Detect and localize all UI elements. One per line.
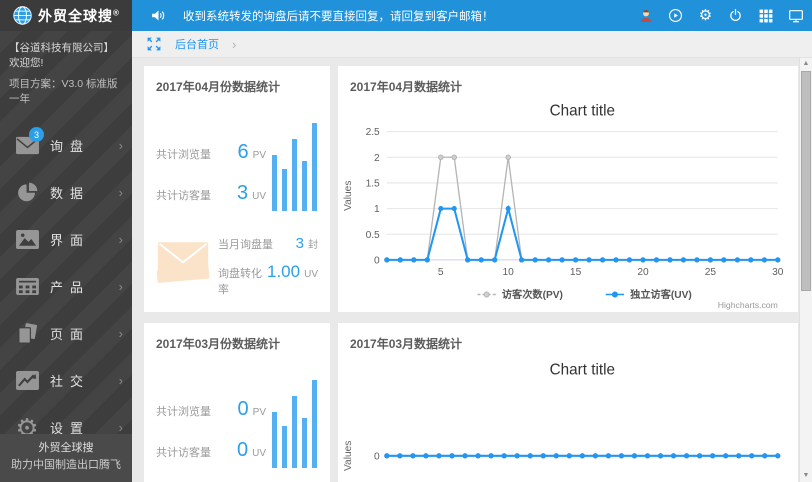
svg-text:30: 30 [772,267,784,278]
chevron-right-icon: › [118,373,123,388]
stats-column: 2017年04月份数据统计 共计浏览量 6 PV 共计访客量 3 UV 当月询盘… [144,66,330,482]
svg-text:5: 5 [438,267,444,278]
scroll-up-arrow[interactable]: ▲ [800,58,812,70]
chevron-right-icon: › [118,279,123,294]
apps-grid-icon[interactable] [757,7,774,24]
announcement-bar: 收到系统转发的询盘后请不要直接回复，请回复到客户邮箱！ [150,7,494,24]
sidebar-menu: 3 询盘 › 数据 › 界面 › 产品 › 页面 › 社交 › ⚙ 设置 › [0,122,132,451]
sidebar-item-pages[interactable]: 页面 › [0,310,132,357]
svg-text:20: 20 [637,267,649,278]
sidebar-welcome: 【谷道科技有限公司】欢迎您! 项目方案：V3.0 标准版 一年 [0,31,132,118]
app-window: 外贸全球搜® 收到系统转发的询盘后请不要直接回复，请回复到客户邮箱！ ⚙ 后台首… [0,0,812,482]
table-grid-icon [13,277,41,296]
company-welcome-text: 【谷道科技有限公司】欢迎您! [9,42,114,69]
vertical-scrollbar: ▲ ▼ [799,58,812,482]
main-content: 2017年04月份数据统计 共计浏览量 6 PV 共计访客量 3 UV 当月询盘… [132,58,800,482]
chart-svg: Chart title 0 0.5 1 1.5 2 2.5 5 10 15 20 25 30 Values… [343,102,784,310]
stats-card-april: 2017年04月份数据统计 共计浏览量 6 PV 共计访客量 3 UV 当月询盘… [144,66,330,312]
sidebar-footer: 外贸全球搜 助力中国制造出口腾飞 [0,434,132,482]
stat-row-conversion: 询盘转化率 1.00 UV [218,262,318,296]
svg-text:Chart title: Chart title [550,361,615,378]
mini-bar-chart [272,123,318,211]
notice-text: 收到系统转发的询盘后请不要直接回复，请回复到客户邮箱！ [183,10,494,23]
chevron-right-icon: › [118,138,123,153]
registered-mark: ® [113,7,120,17]
chart-card-april: 2017年04月数据统计 Chart title 0 0.5 1 1.5 2 2.5 5 10 1… [338,66,798,312]
speaker-icon [150,7,167,24]
envelope-icon: 3 [13,127,44,156]
app-logo[interactable]: 外贸全球搜® [0,0,132,31]
stat-row-pv: 共计浏览量 6 PV [156,141,266,163]
scrollbar-thumb[interactable] [801,71,811,291]
svg-text:10: 10 [503,267,515,278]
svg-text:0.5: 0.5 [366,230,380,241]
header-actions: ⚙ [637,7,812,24]
charts-column: 2017年04月数据统计 Chart title 0 0.5 1 1.5 2 2.5 5 10 1… [338,66,798,482]
mini-bar-chart [272,380,318,468]
svg-text:0: 0 [374,255,380,266]
svg-text:独立访客(UV): 独立访客(UV) [630,288,692,301]
svg-text:1: 1 [374,204,380,215]
settings-gear-icon[interactable]: ⚙ [697,7,714,24]
stat-row-uv: 共计访客量 3 UV [156,182,266,204]
chevron-right-icon: › [118,420,123,435]
chevron-right-icon: › [118,185,123,200]
sidebar-item-data[interactable]: 数据 › [0,169,132,216]
pie-chart-icon [13,181,41,204]
app-title: 外贸全球搜® [38,7,120,24]
svg-text:2: 2 [374,153,380,164]
svg-text:Values: Values [343,181,354,211]
stat-row-uv: 共计访客量 0 UV [156,439,266,461]
fullscreen-expand-icon[interactable] [146,36,162,52]
card-title: 2017年04月份数据统计 [156,80,281,94]
breadcrumb-home-link[interactable]: 后台首页 [175,36,219,52]
pages-icon [13,322,41,345]
user-avatar-icon[interactable] [637,7,654,24]
sidebar-item-inquiry[interactable]: 3 询盘 › [0,122,132,169]
chart-card-march: 2017年03月数据统计 Chart title051015202530Valu… [338,323,798,482]
footer-slogan: 助力中国制造出口腾飞 [11,459,121,471]
legend-item[interactable]: 独立访客(UV) [605,288,692,301]
card-title: 2017年03月数据统计 [350,337,463,351]
line-chart-march: Chart title051015202530Values访客次数(PV)独立访… [338,352,798,482]
breadcrumb-separator: › [232,36,237,52]
chevron-right-icon: › [118,326,123,341]
play-circle-icon[interactable] [667,7,684,24]
plan-info-text: 项目方案：V3.0 标准版 一年 [9,78,118,105]
breadcrumb-bar: 后台首页 › [132,31,812,58]
envelope-icon [156,238,210,285]
sidebar-item-products[interactable]: 产品 › [0,263,132,310]
stats-card-march: 2017年03月份数据统计 共计浏览量 0 PV 共计访客量 0 UV [144,323,330,482]
inquiry-badge: 3 [29,127,44,142]
stat-row-inquiries: 当月询盘量 3 封 [218,235,318,252]
svg-text:Highcharts.com: Highcharts.com [718,300,778,310]
svg-text:访客次数(PV): 访客次数(PV) [502,288,563,301]
svg-text:2.5: 2.5 [366,127,380,138]
image-icon [13,229,41,250]
svg-text:1.5: 1.5 [366,178,380,189]
svg-text:Chart title: Chart title [550,102,615,119]
scroll-down-arrow[interactable]: ▼ [800,470,812,482]
globe-icon [12,5,33,26]
card-title: 2017年04月数据统计 [350,80,463,94]
top-header: 外贸全球搜® 收到系统转发的询盘后请不要直接回复，请回复到客户邮箱！ ⚙ [0,0,812,31]
chart-arrow-icon [13,370,41,391]
svg-text:15: 15 [570,267,582,278]
legend-item[interactable]: 访客次数(PV) [477,288,563,301]
monitor-icon[interactable] [787,7,804,24]
card-title: 2017年03月份数据统计 [156,337,281,351]
footer-brand: 外贸全球搜 [38,442,94,454]
chevron-right-icon: › [118,232,123,247]
svg-text:Values: Values [343,441,354,471]
svg-text:0: 0 [374,451,380,462]
sidebar-item-social[interactable]: 社交 › [0,357,132,404]
chart-svg: Chart title051015202530Values访客次数(PV)独立访… [343,361,781,471]
svg-text:25: 25 [705,267,717,278]
line-chart-april: Chart title 0 0.5 1 1.5 2 2.5 5 10 15 20 25 30 Values… [338,95,798,311]
power-icon[interactable] [727,7,744,24]
stat-row-pv: 共计浏览量 0 PV [156,398,266,420]
sidebar: 【谷道科技有限公司】欢迎您! 项目方案：V3.0 标准版 一年 3 询盘 › 数… [0,31,132,482]
sidebar-item-interface[interactable]: 界面 › [0,216,132,263]
